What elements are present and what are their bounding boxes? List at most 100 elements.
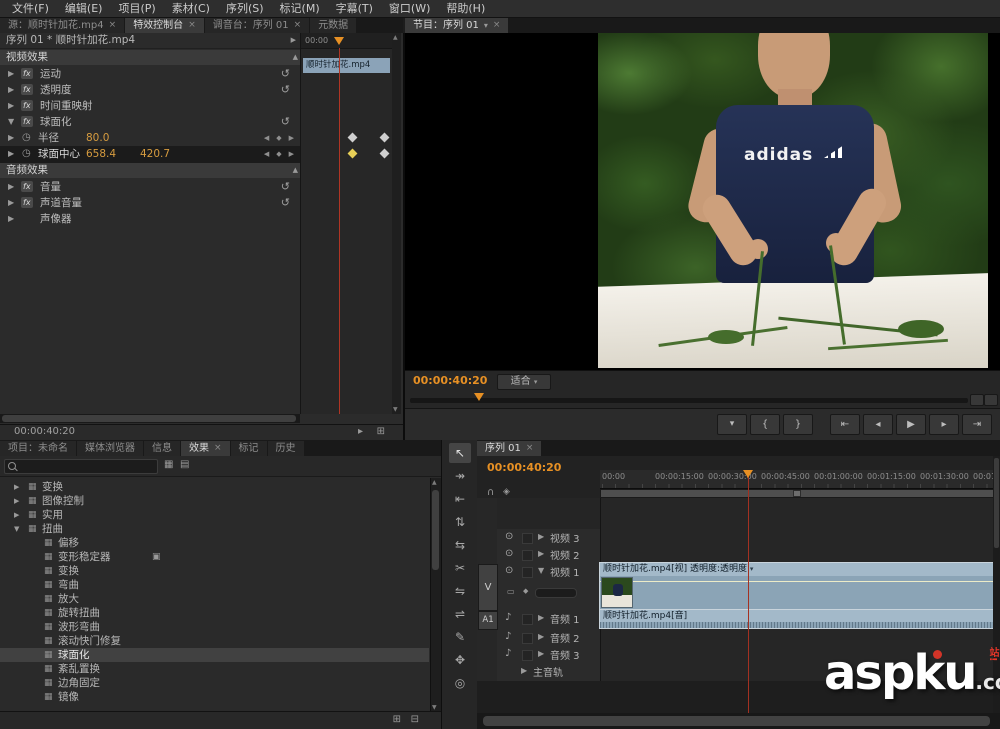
effect-row-motion[interactable]: ▶ fx 运动 ↺ xyxy=(0,66,300,82)
timeline-video-clip[interactable]: 顺时针加花.mp4[视] 透明度:透明度 ▾ xyxy=(600,563,993,609)
twirl-icon[interactable]: ▶ xyxy=(8,66,14,82)
patch-cell[interactable] xyxy=(477,529,498,546)
reset-icon[interactable]: ↺ xyxy=(281,195,290,211)
toggle-track-audio-icon[interactable]: ♪ xyxy=(505,631,511,642)
work-area-grip[interactable] xyxy=(793,490,801,497)
stopwatch-icon[interactable]: ◷ xyxy=(22,130,31,146)
toggle-track-audio-icon[interactable]: ♪ xyxy=(505,648,511,659)
tab-project[interactable]: 项目：未命名 xyxy=(0,441,76,456)
tab-media-browser[interactable]: 媒体浏览器 xyxy=(77,441,143,456)
twirl-icon[interactable]: ▶ xyxy=(8,130,14,146)
tab-source-monitor[interactable]: 源：顺时针加花.mp4 × xyxy=(0,18,124,33)
prev-keyframe-icon[interactable]: ◀ xyxy=(264,146,269,162)
center-x-value[interactable]: 658.4 xyxy=(86,146,116,162)
mini-playhead-marker[interactable] xyxy=(334,37,344,45)
effect-item-spherize[interactable]: ▦ 球面化 xyxy=(0,648,429,662)
twirl-icon[interactable]: ▶ xyxy=(8,98,14,114)
radius-value[interactable]: 80.0 xyxy=(86,130,109,146)
audio-effects-header[interactable]: 音频效果 ▲ xyxy=(0,163,306,178)
menu-clip[interactable]: 素材(C) xyxy=(164,0,218,17)
effect-item-twirl[interactable]: ▦ 旋转扭曲 xyxy=(0,606,429,620)
tool-slide[interactable]: ⇌ xyxy=(449,604,471,624)
collapse-section-icon[interactable]: ▲ xyxy=(293,163,298,178)
prev-keyframe-icon[interactable]: ◀ xyxy=(264,130,269,146)
close-icon[interactable]: × xyxy=(526,441,534,456)
twirl-icon[interactable]: ▶ xyxy=(8,146,14,162)
set-marker-icon[interactable]: ◈ xyxy=(503,487,510,497)
tab-markers[interactable]: 标记 xyxy=(231,441,267,456)
tab-effects[interactable]: 效果 × xyxy=(181,441,230,456)
ec-vertical-scrollbar[interactable]: ▲ ▼ xyxy=(392,33,401,414)
keyframe-diamond[interactable] xyxy=(380,133,390,143)
track-lock-icon[interactable] xyxy=(522,567,533,578)
ec-timecode[interactable]: 00:00:40:20 xyxy=(14,426,75,437)
snap-toggle-icon[interactable]: ∩ xyxy=(487,487,494,498)
effects-folder-distort[interactable]: ▼ ▦ 扭曲 xyxy=(0,522,429,536)
twirl-icon[interactable]: ▶ xyxy=(14,508,19,522)
effect-controls-mini-timeline[interactable]: 00:00 顺时针加花.mp4 xyxy=(300,33,393,414)
source-patch-audio[interactable]: A1 xyxy=(478,611,498,630)
effect-item-transform[interactable]: ▦ 变换 xyxy=(0,564,429,578)
tool-razor[interactable]: ✂ xyxy=(449,558,471,578)
track-mini-slider[interactable] xyxy=(535,588,577,598)
tool-rolling-edit[interactable]: ⇅ xyxy=(449,512,471,532)
transport-menu-button[interactable]: ▾ xyxy=(717,414,747,435)
effect-item-wave-warp[interactable]: ▦ 波形弯曲 xyxy=(0,620,429,634)
scrollbar-thumb[interactable] xyxy=(994,458,999,548)
timeline-playhead-marker[interactable] xyxy=(743,470,753,478)
go-to-in-button[interactable]: ⇤ xyxy=(830,414,860,435)
effect-item-mirror[interactable]: ▦ 镜像 xyxy=(0,690,429,704)
tool-pen[interactable]: ✎ xyxy=(449,627,471,647)
scrollbar-thumb[interactable] xyxy=(483,716,990,726)
effect-item-bend[interactable]: ▦ 弯曲 xyxy=(0,578,429,592)
close-icon[interactable]: × xyxy=(188,18,196,33)
timeline-current-timecode[interactable]: 00:00:40:20 xyxy=(487,461,561,474)
effect-item-magnify[interactable]: ▦ 放大 xyxy=(0,592,429,606)
close-icon[interactable]: × xyxy=(493,18,501,33)
scroll-up-icon[interactable]: ▲ xyxy=(393,34,398,41)
timeline-playhead-line[interactable] xyxy=(748,470,749,713)
video-clip-title-bar[interactable]: 顺时针加花.mp4[视] 透明度:透明度 ▾ xyxy=(600,563,993,576)
mini-playhead-line[interactable] xyxy=(339,48,340,414)
timeline-horizontal-scrollbar[interactable] xyxy=(477,713,1000,729)
tab-info[interactable]: 信息 xyxy=(144,441,180,456)
scroll-up-icon[interactable]: ▲ xyxy=(432,479,437,486)
twirl-icon[interactable]: ▶ xyxy=(14,480,19,494)
toggle-track-output-icon[interactable]: ⊙ xyxy=(505,531,513,542)
reset-icon[interactable]: ↺ xyxy=(281,82,290,98)
panel-menu-icon[interactable]: ▾ xyxy=(484,18,488,33)
menu-title[interactable]: 字幕(T) xyxy=(328,0,381,17)
track-lock-icon[interactable] xyxy=(522,533,533,544)
track-lock-icon[interactable] xyxy=(522,633,533,644)
effects-folder-transform[interactable]: ▶ ▦ 变换 xyxy=(0,480,429,494)
toggle-track-audio-icon[interactable]: ♪ xyxy=(505,612,511,623)
scroll-down-icon[interactable]: ▼ xyxy=(393,406,398,413)
track-header-audio1[interactable]: ♪ ▶ 音频 1 xyxy=(497,610,601,629)
tab-sequence-01[interactable]: 序列 01 × xyxy=(477,441,541,456)
track-lock-icon[interactable] xyxy=(522,550,533,561)
monitor-settings-icon[interactable] xyxy=(984,394,998,406)
go-to-out-button[interactable]: ⇥ xyxy=(962,414,992,435)
collapse-track-icon[interactable]: ▶ xyxy=(521,666,527,675)
extract-button[interactable]: } xyxy=(783,414,813,435)
track-header-video1[interactable]: ⊙ ▼ 视频 1 ▭ ◆ xyxy=(497,563,601,610)
next-keyframe-icon[interactable]: ▶ xyxy=(289,130,294,146)
video-effects-header[interactable]: 视频效果 ▲ xyxy=(0,50,306,65)
collapse-track-icon[interactable]: ▶ xyxy=(538,549,544,558)
twirl-icon[interactable]: ▶ xyxy=(8,179,14,195)
accelerated-effects-badge-icon[interactable]: ▦ xyxy=(164,459,173,470)
close-icon[interactable]: × xyxy=(294,18,302,33)
tab-effect-controls[interactable]: 特效控制台 × xyxy=(125,18,204,33)
effect-item-corner-pin[interactable]: ▦ 边角固定 xyxy=(0,676,429,690)
menu-sequence[interactable]: 序列(S) xyxy=(218,0,272,17)
effect-row-time-remap[interactable]: ▶ fx 时间重映射 xyxy=(0,98,300,114)
play-button[interactable]: ▶ xyxy=(896,414,926,435)
effect-row-channel-volume[interactable]: ▶ fx 声道音量 ↺ xyxy=(0,195,300,211)
menu-project[interactable]: 项目(P) xyxy=(110,0,163,17)
timeline-view-toggle-icon[interactable]: ▶ xyxy=(291,33,296,48)
effects-search-input[interactable] xyxy=(4,459,158,474)
toggle-track-output-icon[interactable]: ⊙ xyxy=(505,548,513,559)
collapse-track-icon[interactable]: ▶ xyxy=(538,613,544,622)
twirl-icon[interactable]: ▼ xyxy=(8,114,14,130)
source-patch-video[interactable]: V xyxy=(478,564,498,611)
